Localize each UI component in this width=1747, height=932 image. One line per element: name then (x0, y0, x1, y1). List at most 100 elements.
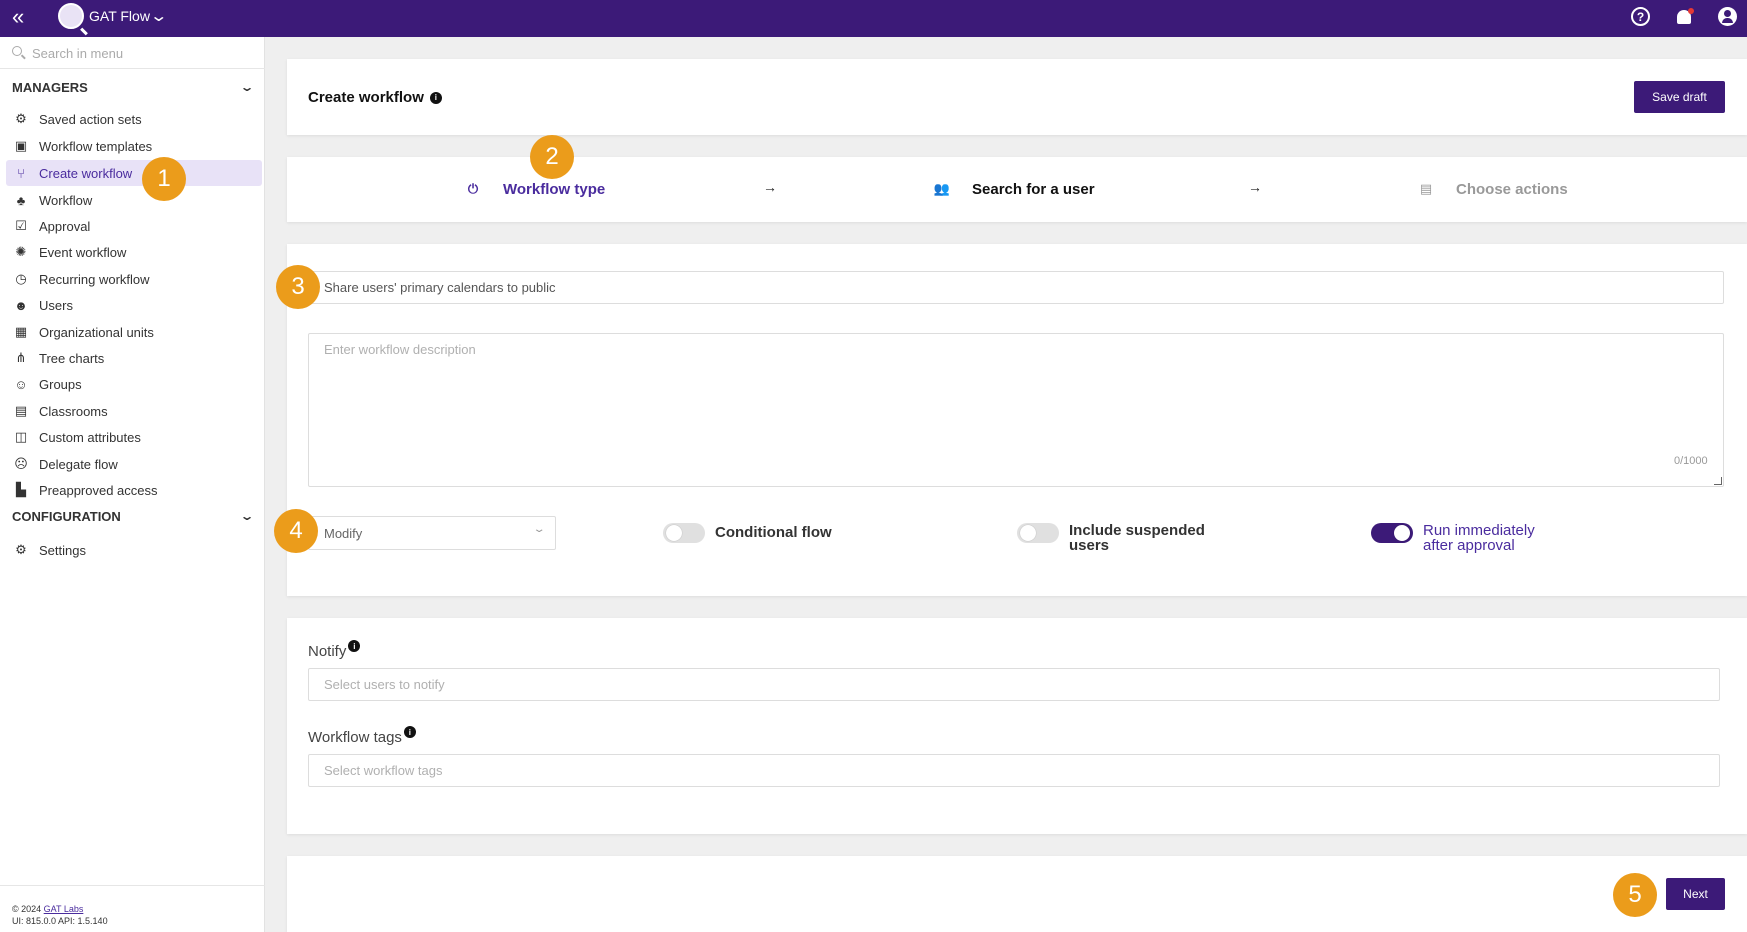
workflow-name-input[interactable] (308, 271, 1724, 304)
fork-icon: ⑂ (17, 165, 25, 181)
notifications-bell-icon[interactable] (1673, 6, 1695, 28)
include-suspended-toggle[interactable] (1017, 523, 1059, 543)
workflow-type-select-value: Modify (324, 525, 363, 541)
save-draft-button[interactable]: Save draft (1634, 81, 1725, 113)
power-icon: ⏻ (467, 181, 479, 196)
sidebar-item-label: Approval (39, 218, 91, 234)
gat-flow-logo-icon (58, 3, 84, 29)
actions-list-icon: ▤ (1419, 181, 1433, 196)
company-link[interactable]: GAT Labs (44, 904, 84, 914)
notify-users-input[interactable] (308, 668, 1720, 701)
delegate-icon: ☹ (14, 456, 28, 471)
version-text: UI: 815.0.0 API: 1.5.140 (12, 916, 108, 926)
arrow-right-icon: → (763, 179, 777, 195)
include-suspended-label-line2: users (1069, 537, 1110, 554)
configuration-section-header[interactable]: CONFIGURATION ⌄ (12, 506, 255, 526)
search-icon (12, 46, 22, 56)
resize-handle[interactable] (1714, 477, 1722, 485)
step-search-for-a-user[interactable]: 👥 Search for a user (934, 157, 1095, 221)
sidebar-item-workflow-templates[interactable]: ▣ Workflow templates (6, 133, 262, 159)
template-icon: ▣ (14, 138, 28, 153)
sidebar-item-preapproved-access[interactable]: ▙ Preapproved access (6, 477, 262, 503)
workflow-tags-label: Workflow tags i (308, 726, 416, 746)
workflow-type-select[interactable]: Modify ⌄ (308, 516, 556, 550)
sidebar-item-organizational-units[interactable]: ▦ Organizational units (6, 319, 262, 345)
help-icon[interactable]: ? (1631, 7, 1650, 26)
sidebar-item-classrooms[interactable]: ▤ Classrooms (6, 398, 262, 424)
collapse-sidebar-icon[interactable]: « (12, 6, 24, 28)
workflow-tags-label-text: Workflow tags (308, 729, 402, 746)
sidebar-item-settings[interactable]: ⚙ Settings (6, 537, 262, 563)
sidebar-item-approval[interactable]: ☑ Approval (6, 213, 262, 239)
info-icon[interactable]: i (429, 91, 442, 104)
attributes-icon: ◫ (14, 429, 28, 444)
chevron-down-icon: ⌄ (532, 524, 546, 535)
sidebar-item-tree-charts[interactable]: ⋔ Tree charts (6, 345, 262, 371)
next-button[interactable]: Next (1666, 878, 1725, 910)
sidebar-item-create-workflow[interactable]: ⑂ Create workflow (6, 160, 262, 186)
run-immediately-toggle[interactable] (1371, 523, 1413, 543)
callout-marker-4: 4 (274, 509, 318, 553)
conditional-flow-label: Conditional flow (715, 524, 832, 541)
top-bar: « GAT Flow ⌄ ? (0, 0, 1747, 37)
step-label: Search for a user (972, 180, 1095, 198)
sidebar-item-label: Organizational units (39, 324, 154, 340)
actions-card: Next (287, 856, 1747, 932)
page-title-text: Create workflow (308, 89, 424, 106)
step-choose-actions[interactable]: ▤ Choose actions (1418, 157, 1568, 221)
classroom-icon: ▤ (14, 403, 28, 418)
arrow-right-icon: → (1248, 179, 1262, 195)
notification-dot (1688, 8, 1694, 14)
app-name[interactable]: GAT Flow (89, 8, 150, 24)
workflow-description-textarea[interactable] (308, 333, 1724, 487)
info-icon[interactable]: i (403, 726, 416, 738)
run-immediately-label-line2: after approval (1423, 537, 1515, 554)
gears-icon: ⚙ (15, 111, 27, 126)
approval-icon: ☑ (15, 218, 27, 233)
sidebar-item-delegate-flow[interactable]: ☹ Delegate flow (6, 451, 262, 477)
footer-divider (0, 885, 265, 886)
sidebar-item-label: Recurring workflow (39, 271, 150, 287)
managers-section-header[interactable]: MANAGERS ⌄ (12, 77, 255, 97)
page-title: Create workflow i (308, 89, 442, 106)
preapproved-icon: ▙ (16, 482, 26, 497)
callout-marker-3: 3 (276, 265, 320, 309)
sidebar-item-label: Delegate flow (39, 456, 118, 472)
sidebar-item-event-workflow[interactable]: ✺ Event workflow (6, 239, 262, 265)
workflow-tags-input[interactable] (308, 754, 1720, 787)
header-card: Create workflow i Save draft (287, 59, 1747, 135)
account-icon[interactable] (1718, 7, 1737, 26)
callout-marker-2: 2 (530, 135, 574, 179)
sidebar-item-label: Preapproved access (39, 482, 158, 498)
sidebar-item-label: Users (39, 297, 73, 313)
workflow-form-card: 0/1000 Modify ⌄ Conditional flow Include… (287, 244, 1747, 596)
sidebar-item-label: Saved action sets (39, 111, 142, 127)
step-label: Workflow type (503, 180, 606, 198)
info-icon[interactable]: i (348, 640, 361, 652)
alarm-icon: ✺ (15, 244, 27, 259)
sidebar-item-custom-attributes[interactable]: ◫ Custom attributes (6, 424, 262, 450)
hierarchy-icon: ♣ (16, 192, 26, 208)
sidebar-item-label: Custom attributes (39, 429, 141, 445)
menu-search-input[interactable] (32, 43, 252, 63)
description-counter: 0/1000 (1674, 455, 1708, 467)
run-immediately-label-line1: Run immediately (1423, 522, 1535, 539)
chevron-down-icon: ⌄ (239, 80, 255, 94)
sidebar-item-workflow[interactable]: ♣ Workflow (6, 187, 262, 213)
groups-icon: ☺ (14, 376, 28, 392)
sidebar-item-users[interactable]: ☻ Users (6, 292, 262, 318)
tree-icon: ⋔ (15, 350, 27, 365)
sidebar-footer: © 2024 GAT Labs UI: 815.0.0 API: 1.5.140 (12, 903, 108, 927)
toggle-knob (1394, 525, 1410, 541)
menu-search (0, 37, 265, 69)
sidebar-item-groups[interactable]: ☺ Groups (6, 371, 262, 397)
managers-section-label: MANAGERS (12, 79, 88, 95)
sidebar-item-saved-action-sets[interactable]: ⚙ Saved action sets (6, 106, 262, 132)
sidebar-item-label: Create workflow (39, 165, 133, 181)
app-switcher-chevron-icon[interactable]: ⌄ (149, 6, 168, 26)
notify-tags-card: Notify i Workflow tags i (287, 618, 1747, 834)
sidebar-item-recurring-workflow[interactable]: ◷ Recurring workflow (6, 266, 262, 292)
sidebar-item-label: Tree charts (39, 350, 105, 366)
conditional-flow-toggle[interactable] (663, 523, 705, 543)
toggle-knob (666, 525, 682, 541)
